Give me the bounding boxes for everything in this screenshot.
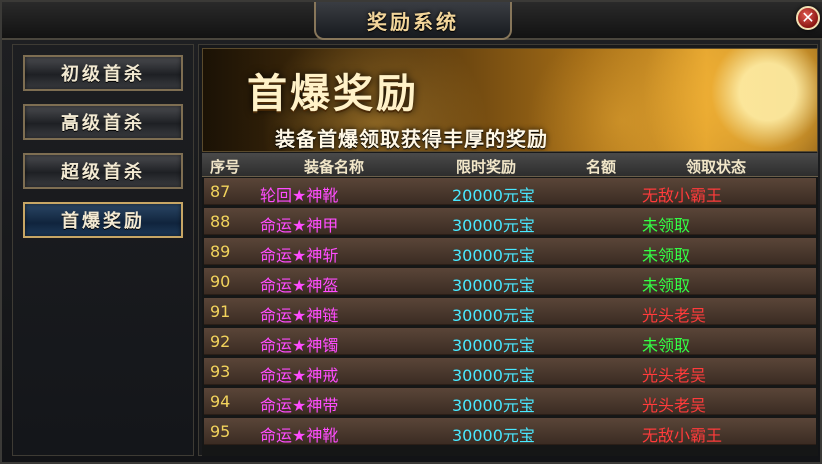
row-prize: 30000元宝 [452,216,535,235]
row-equipment-name: 命运★神斩 [260,246,339,265]
table-row: 95 命运★神靴 30000元宝 无敌小霸王 [204,418,816,445]
table-row: 88 命运★神甲 30000元宝 未领取 [204,208,816,235]
row-status: 未领取 [642,216,691,235]
row-id: 91 [210,302,231,321]
reward-banner: 首爆奖励 装备首爆领取获得丰厚的奖励 [202,48,818,152]
row-status: 无敌小霸王 [642,426,723,445]
row-status: 光头老吴 [642,306,707,325]
window-title: 奖励系统 [314,2,512,40]
row-equipment-name: 命运★神戒 [260,366,339,385]
reward-table: 序号 装备名称 限时奖励 名额 领取状态 87 轮回★神靴 20000元宝 无敌… [202,153,818,456]
row-prize: 30000元宝 [452,306,535,325]
left-menu-panel: 初级首杀 高级首杀 超级首杀 首爆奖励 [12,44,194,456]
row-equipment-name: 轮回★神靴 [260,186,339,205]
row-id: 87 [210,182,231,201]
header-id: 序号 [210,158,241,176]
row-status: 光头老吴 [642,366,707,385]
banner-title: 首爆奖励 [247,71,419,117]
row-status: 无敌小霸王 [642,186,723,205]
header-quota: 名额 [586,158,617,176]
row-equipment-name: 命运★神靴 [260,426,339,445]
row-status: 未领取 [642,276,691,295]
row-prize: 30000元宝 [452,336,535,355]
header-limited-reward: 限时奖励 [456,158,517,176]
row-id: 94 [210,392,231,411]
row-id: 95 [210,422,231,441]
row-equipment-name: 命运★神盔 [260,276,339,295]
close-icon: ✕ [801,8,815,27]
row-equipment-name: 命运★神甲 [260,216,339,235]
row-id: 88 [210,212,231,231]
row-prize: 30000元宝 [452,426,535,445]
row-prize: 30000元宝 [452,366,535,385]
menu-button-first-drop-reward[interactable]: 首爆奖励 [23,202,183,238]
table-row: 89 命运★神斩 30000元宝 未领取 [204,238,816,265]
table-row: 94 命运★神带 30000元宝 光头老吴 [204,388,816,415]
header-claim-status: 领取状态 [686,158,747,176]
reward-system-window: 奖励系统 ✕ 初级首杀 高级首杀 超级首杀 首爆奖励 首爆奖励 装备首爆领取获得… [0,0,822,464]
row-equipment-name: 命运★神链 [260,306,339,325]
menu-button-super-first-kill[interactable]: 超级首杀 [23,153,183,189]
row-id: 93 [210,362,231,381]
row-equipment-name: 命运★神镯 [260,336,339,355]
row-id: 92 [210,332,231,351]
row-status: 光头老吴 [642,396,707,415]
table-row: 87 轮回★神靴 20000元宝 无敌小霸王 [204,178,816,205]
close-button[interactable]: ✕ [796,6,820,30]
row-status: 未领取 [642,336,691,355]
row-id: 90 [210,272,231,291]
menu-button-advanced-first-kill[interactable]: 高级首杀 [23,104,183,140]
table-row: 93 命运★神戒 30000元宝 光头老吴 [204,358,816,385]
header-equipment-name: 装备名称 [304,158,365,176]
row-id: 89 [210,242,231,261]
table-row: 90 命运★神盔 30000元宝 未领取 [204,268,816,295]
row-prize: 30000元宝 [452,276,535,295]
row-equipment-name: 命运★神带 [260,396,339,415]
row-prize: 30000元宝 [452,396,535,415]
table-header: 序号 装备名称 限时奖励 名额 领取状态 [202,153,818,177]
row-prize: 20000元宝 [452,186,535,205]
banner-subtitle: 装备首爆领取获得丰厚的奖励 [275,127,548,151]
menu-button-primary-first-kill[interactable]: 初级首杀 [23,55,183,91]
row-prize: 30000元宝 [452,246,535,265]
table-row: 91 命运★神链 30000元宝 光头老吴 [204,298,816,325]
table-row: 92 命运★神镯 30000元宝 未领取 [204,328,816,355]
row-status: 未领取 [642,246,691,265]
